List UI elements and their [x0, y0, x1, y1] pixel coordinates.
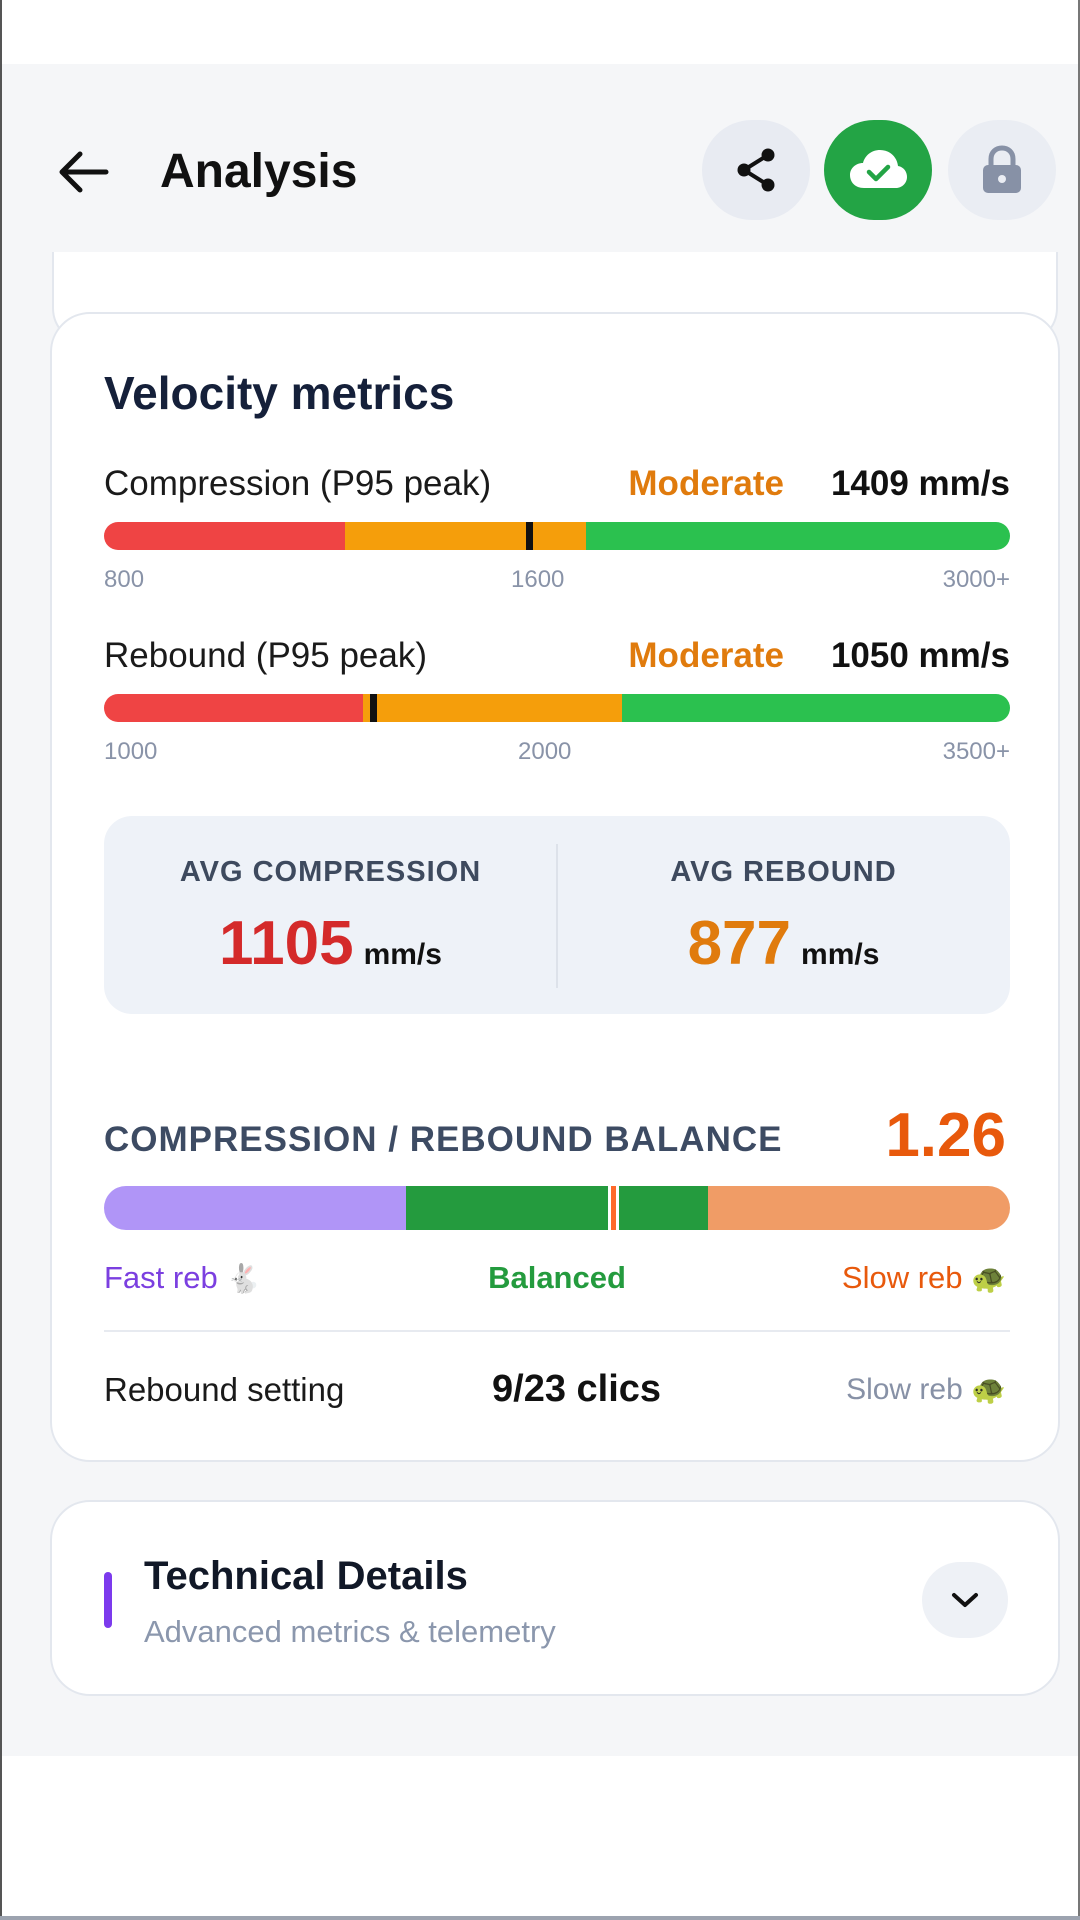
- cloud-check-icon: [850, 150, 907, 188]
- balance-zone-slow: [708, 1186, 1010, 1230]
- rebound-tick-max: 3500+: [942, 738, 1010, 765]
- compression-tick-max: 3000+: [942, 566, 1010, 593]
- cloud-sync-button[interactable]: [824, 120, 932, 220]
- share-button[interactable]: [702, 120, 810, 220]
- compression-gauge: [104, 522, 1010, 550]
- expand-button[interactable]: [922, 1562, 1008, 1638]
- compression-metric: Compression (P95 peak) Moderate 1409 mm/…: [104, 462, 1010, 602]
- back-button[interactable]: [54, 142, 114, 202]
- rebound-tick-min: 1000: [104, 738, 158, 765]
- share-icon: [737, 148, 775, 192]
- top-app-bar: Analysis: [2, 64, 1078, 252]
- gauge-zone-high: [586, 522, 1010, 550]
- compression-level: Moderate: [628, 464, 784, 503]
- averages-panel: AVG COMPRESSION 1105 mm/s AVG REBOUND 877…: [104, 816, 1010, 1014]
- compression-value: 1409 mm/s: [830, 464, 1010, 503]
- gauge-zone-mid: [345, 522, 586, 550]
- avg-rebound-value: 877: [687, 909, 792, 978]
- velocity-metrics-card: Velocity metrics Compression (P95 peak) …: [50, 312, 1060, 1462]
- rebound-setting-value: 9/23 clics: [492, 1368, 662, 1410]
- app-screen: Analysis Velocity metrics Compression (P…: [2, 64, 1078, 1756]
- rebound-setting-label: Rebound setting: [104, 1371, 345, 1408]
- rebound-marker: [370, 694, 377, 722]
- avg-compression-value: 1105: [219, 909, 354, 978]
- divider: [104, 1330, 1010, 1332]
- avg-compression-unit: mm/s: [363, 938, 442, 971]
- accent-bar: [104, 1572, 112, 1628]
- balance-zone-balanced: [406, 1186, 708, 1230]
- balance-value: 1.26: [885, 1101, 1006, 1170]
- lock-icon: [983, 145, 1021, 193]
- chevron-down-icon: [952, 1593, 978, 1607]
- rebound-label: Rebound (P95 peak): [104, 636, 427, 675]
- rebound-level: Moderate: [628, 636, 784, 675]
- frame-border-bottom: [0, 1916, 1080, 1920]
- arrow-left-icon: [59, 151, 109, 193]
- rebound-metric: Rebound (P95 peak) Moderate 1050 mm/s 10…: [104, 634, 1010, 774]
- gauge-zone-high: [622, 694, 1010, 722]
- gauge-zone-mid: [363, 694, 622, 722]
- avg-rebound: AVG REBOUND 877 mm/s: [557, 816, 1010, 1014]
- compression-tick-mid: 1600: [511, 566, 565, 593]
- balance-label-slow: Slow reb 🐢: [842, 1258, 1006, 1299]
- rebound-gauge: [104, 694, 1010, 722]
- technical-details-title: Technical Details: [144, 1554, 468, 1598]
- lock-button[interactable]: [948, 120, 1056, 220]
- rebound-tick-mid: 2000: [518, 738, 572, 765]
- gauge-zone-low: [104, 522, 345, 550]
- card-title: Velocity metrics: [104, 367, 455, 419]
- turtle-icon: 🐢: [971, 1373, 1006, 1406]
- rebound-setting-tag: Slow reb 🐢: [846, 1370, 1006, 1410]
- balance-marker: [608, 1186, 619, 1230]
- balance-title: COMPRESSION / REBOUND BALANCE: [104, 1120, 783, 1159]
- setting-tag-text: Slow reb: [846, 1373, 963, 1406]
- technical-details-subtitle: Advanced metrics & telemetry: [144, 1614, 556, 1649]
- compression-marker: [526, 522, 533, 550]
- slow-reb-text: Slow reb: [841, 1260, 963, 1295]
- technical-details-card[interactable]: Technical Details Advanced metrics & tel…: [50, 1500, 1060, 1696]
- avg-compression-label: AVG COMPRESSION: [179, 856, 482, 888]
- compression-tick-min: 800: [104, 566, 145, 593]
- avg-rebound-unit: mm/s: [801, 938, 880, 971]
- gauge-zone-low: [104, 694, 363, 722]
- page-title: Analysis: [160, 145, 358, 198]
- turtle-icon: 🐢: [971, 1262, 1006, 1295]
- balance-bar: [104, 1186, 1010, 1230]
- balance-zone-fast: [104, 1186, 406, 1230]
- rebound-value: 1050 mm/s: [830, 636, 1010, 675]
- avg-rebound-label: AVG REBOUND: [670, 856, 897, 888]
- compression-label: Compression (P95 peak): [104, 464, 492, 503]
- avg-compression: AVG COMPRESSION 1105 mm/s: [104, 816, 557, 1014]
